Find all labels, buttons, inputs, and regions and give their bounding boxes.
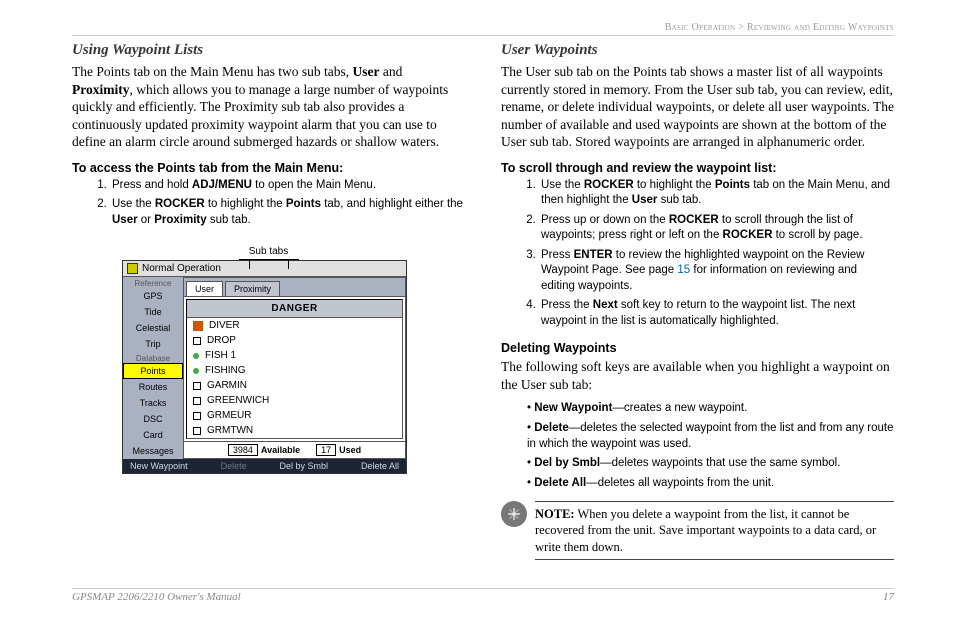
heading-using-waypoint-lists: Using Waypoint Lists: [72, 42, 465, 59]
scroll-steps: Use the ROCKER to highlight the Points t…: [539, 178, 894, 330]
sidebar-routes[interactable]: Routes: [123, 379, 183, 395]
square-icon: [193, 427, 201, 435]
bullet-deleteall: Delete All—deletes all waypoints from th…: [525, 476, 894, 492]
list-item[interactable]: GREENWICH: [187, 393, 402, 408]
subhead-deleting: Deleting Waypoints: [501, 341, 894, 355]
sidebar-tracks[interactable]: Tracks: [123, 395, 183, 411]
device-statusbar: 3984Available 17Used: [184, 441, 405, 458]
square-icon: [193, 397, 201, 405]
list-selected[interactable]: DANGER: [187, 300, 402, 318]
step-1: Press and hold ADJ/MENU to open the Main…: [110, 178, 465, 194]
sidebar-points[interactable]: Points: [123, 363, 183, 379]
access-steps: Press and hold ADJ/MENU to open the Main…: [110, 178, 465, 229]
device-softkeys: New Waypoint Delete Del by Smbl Delete A…: [123, 459, 406, 473]
square-icon: [193, 337, 201, 345]
waypoint-list[interactable]: DANGER DIVER DROP FISH 1 FISHING GARMIN …: [186, 299, 403, 439]
softkey-descriptions: New Waypoint—creates a new waypoint. Del…: [525, 401, 894, 491]
page-footer: GPSMAP 2206/2210 Owner's Manual 17: [72, 588, 894, 603]
bc-right: Reviewing and Editing Waypoints: [747, 22, 894, 33]
dot-icon: [193, 368, 199, 374]
device-mainpanel: User Proximity DANGER DIVER DROP FISH 1 …: [183, 277, 406, 459]
sidebar-celestial[interactable]: Celestial: [123, 320, 183, 336]
note-icon: [501, 501, 527, 527]
sidebar-trip[interactable]: Trip: [123, 336, 183, 352]
sidebar-card[interactable]: Card: [123, 427, 183, 443]
rstep-1: Use the ROCKER to highlight the Points t…: [539, 178, 894, 209]
deleting-para: The following soft keys are available wh…: [501, 358, 894, 393]
bullet-new: New Waypoint—creates a new waypoint.: [525, 401, 894, 417]
softkey-deleteall[interactable]: Delete All: [357, 461, 403, 471]
list-item[interactable]: GRMEUR: [187, 408, 402, 423]
subtab-proximity[interactable]: Proximity: [225, 281, 280, 296]
subhead-access-points: To access the Points tab from the Main M…: [72, 161, 465, 175]
right-column: User Waypoints The User sub tab on the P…: [501, 42, 894, 560]
subhead-scroll-review: To scroll through and review the waypoin…: [501, 161, 894, 175]
figure-label: Sub tabs: [249, 246, 288, 257]
diver-flag-icon: [193, 321, 203, 331]
device-sidebar: Reference GPS Tide Celestial Trip Databa…: [123, 277, 183, 459]
list-item[interactable]: DROP: [187, 333, 402, 348]
footer-manual-title: GPSMAP 2206/2210 Owner's Manual: [72, 591, 241, 603]
rstep-2: Press up or down on the ROCKER to scroll…: [539, 213, 894, 244]
list-item[interactable]: FISHING: [187, 363, 402, 378]
rstep-4: Press the Next soft key to return to the…: [539, 298, 894, 329]
figure: Sub tabs Normal Operation Reference GPS …: [72, 242, 465, 474]
device-titlebar: Normal Operation: [123, 261, 406, 277]
device-screenshot: Normal Operation Reference GPS Tide Cele…: [122, 260, 407, 474]
softkey-delbysmbl[interactable]: Del by Smbl: [276, 461, 333, 471]
square-icon: [193, 382, 201, 390]
heading-user-waypoints: User Waypoints: [501, 42, 894, 59]
device-title: Normal Operation: [142, 263, 221, 274]
note-text: NOTE: When you delete a waypoint from th…: [535, 501, 894, 560]
square-icon: [193, 412, 201, 420]
bullet-delete: Delete—deletes the selected waypoint fro…: [525, 421, 894, 452]
note-block: NOTE: When you delete a waypoint from th…: [501, 501, 894, 560]
subtab-user[interactable]: User: [186, 281, 223, 296]
flag-icon: [127, 263, 138, 274]
sidebar-dsc[interactable]: DSC: [123, 411, 183, 427]
bc-left: Basic Operation: [665, 22, 736, 33]
left-column: Using Waypoint Lists The Points tab on t…: [72, 42, 465, 560]
softkey-delete[interactable]: Delete: [217, 461, 251, 471]
list-item[interactable]: GRMTWN: [187, 423, 402, 438]
sidebar-tide[interactable]: Tide: [123, 304, 183, 320]
list-item[interactable]: DIVER: [187, 318, 402, 333]
sidebar-messages[interactable]: Messages: [123, 443, 183, 459]
rstep-3: Press ENTER to review the highlighted wa…: [539, 248, 894, 295]
breadcrumb: Basic Operation > Reviewing and Editing …: [72, 22, 894, 36]
step-2: Use the ROCKER to highlight the Points t…: [110, 197, 465, 228]
softkey-new[interactable]: New Waypoint: [126, 461, 192, 471]
dot-icon: [193, 353, 199, 359]
user-waypoints-para: The User sub tab on the Points tab shows…: [501, 63, 894, 151]
sidebar-gps[interactable]: GPS: [123, 288, 183, 304]
intro-paragraph: The Points tab on the Main Menu has two …: [72, 63, 465, 151]
page-ref-15[interactable]: 15: [677, 264, 690, 276]
bullet-delbysmbl: Del by Smbl—deletes waypoints that use t…: [525, 456, 894, 472]
footer-page-number: 17: [883, 591, 894, 603]
list-item[interactable]: GARMIN: [187, 378, 402, 393]
list-item[interactable]: FISH 1: [187, 348, 402, 363]
